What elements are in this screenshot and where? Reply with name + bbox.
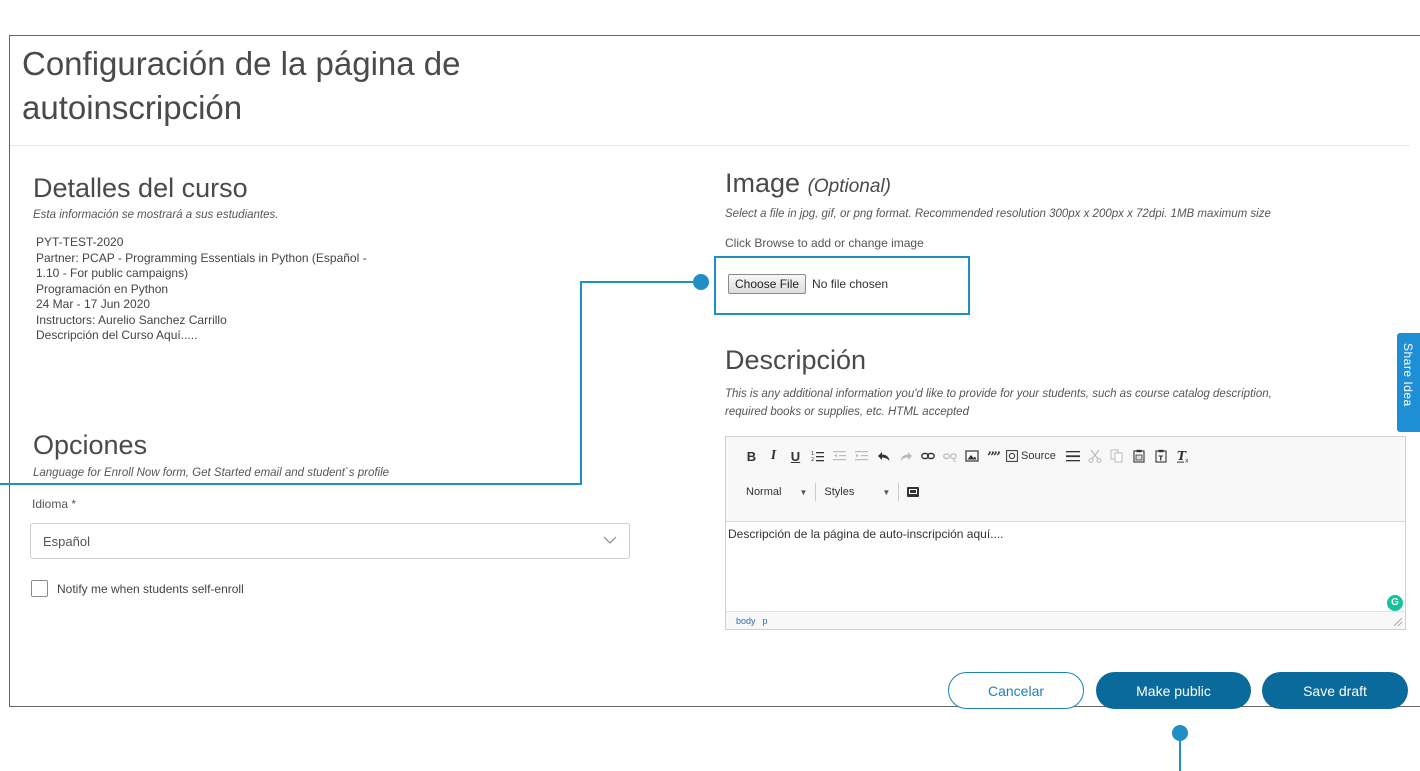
annotation-lines xyxy=(0,274,1188,771)
callout-dot-file xyxy=(693,274,709,290)
callout-dot-publish xyxy=(1172,725,1188,741)
callout-connector-left xyxy=(0,281,700,485)
